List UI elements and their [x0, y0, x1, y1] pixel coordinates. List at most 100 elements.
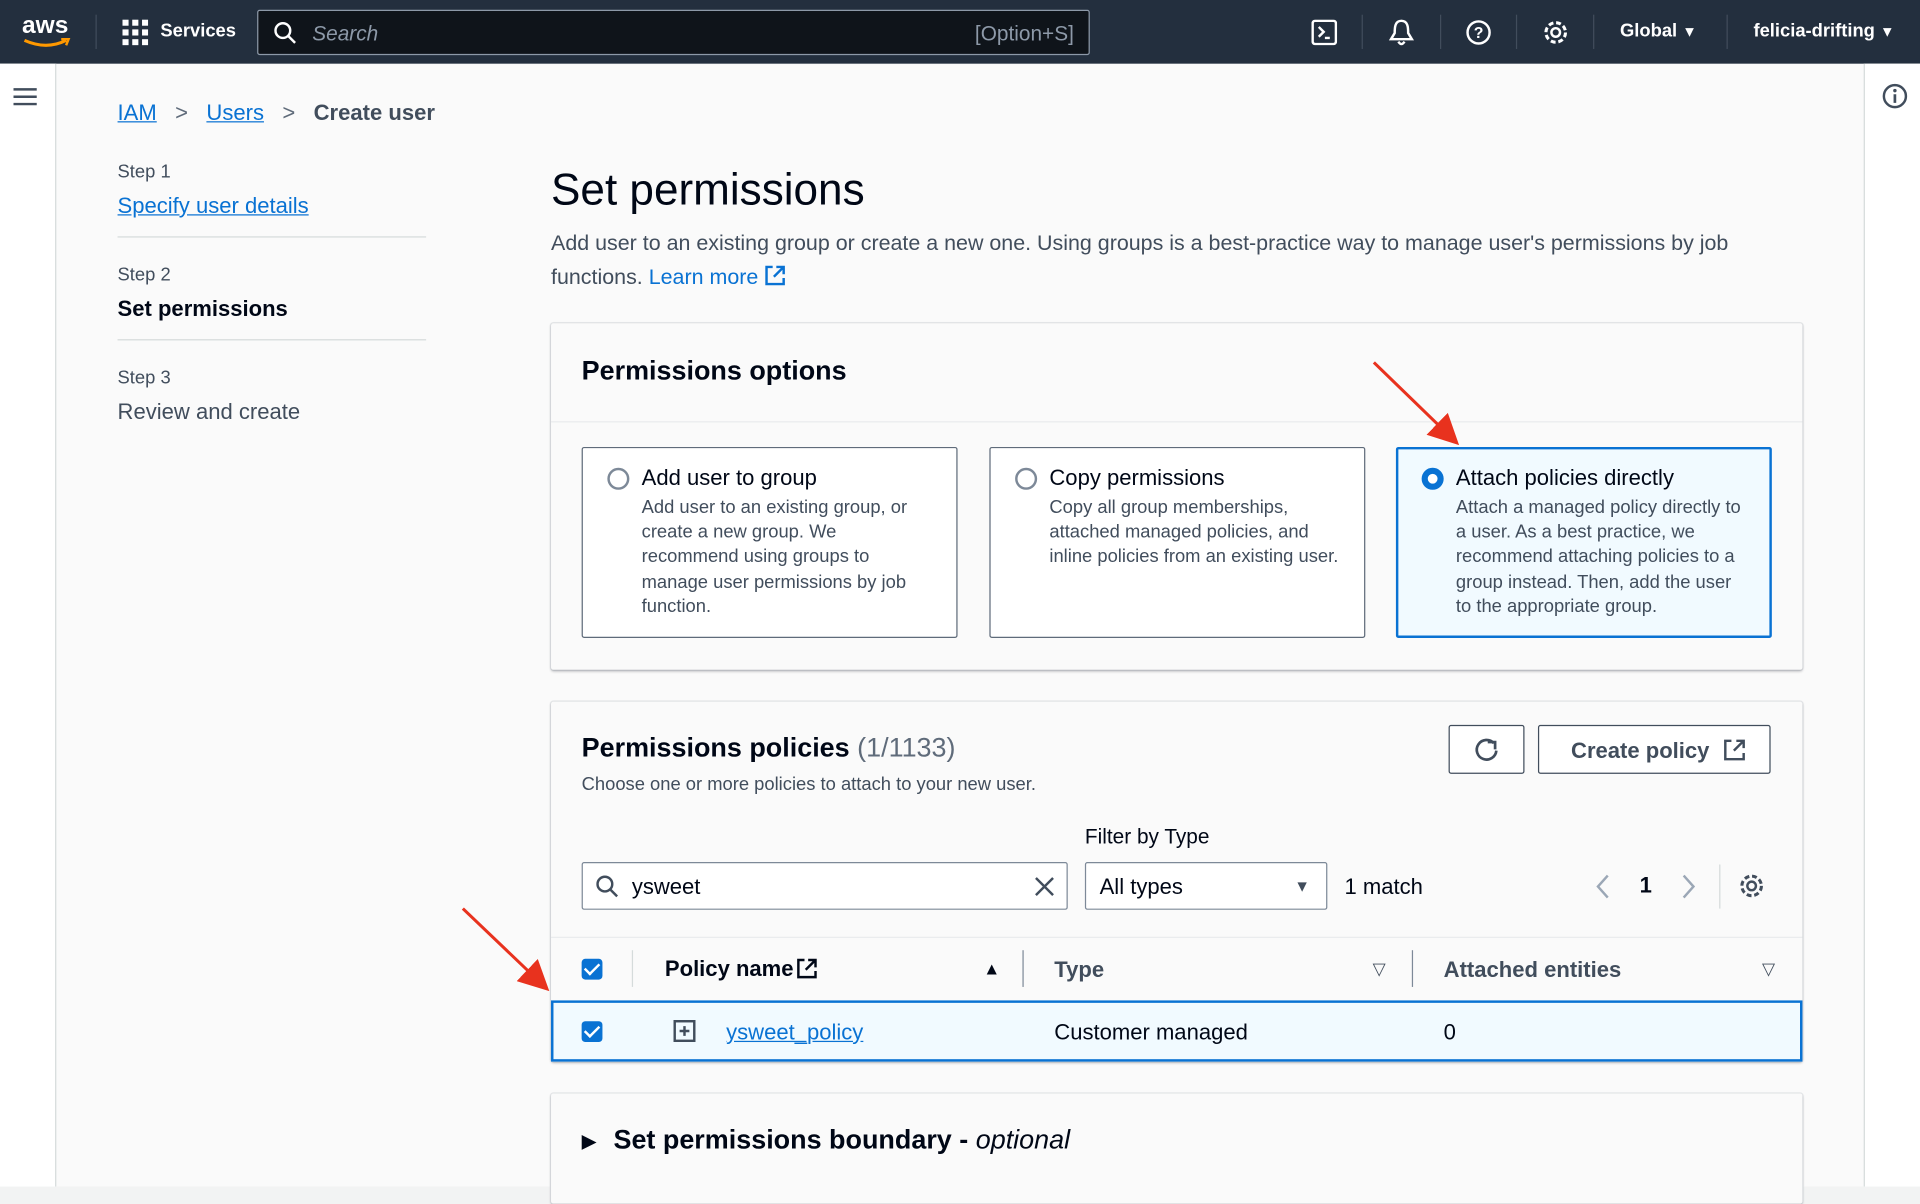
- clear-search-icon[interactable]: [1033, 876, 1055, 898]
- policies-subtitle: Choose one or more policies to attach to…: [581, 773, 1036, 795]
- step-review-and-create: Review and create: [117, 399, 301, 424]
- breadcrumb: IAM > Users > Create user: [118, 100, 435, 126]
- match-count: 1 match: [1344, 874, 1423, 899]
- wizard-steps: Step 1 Specify user details Step 2 Set p…: [117, 161, 427, 425]
- step-3-label: Step 3: [117, 367, 171, 389]
- services-grid-icon[interactable]: [122, 19, 149, 46]
- policy-name-link[interactable]: ysweet_policy: [726, 1020, 863, 1046]
- select-all-checkbox[interactable]: [581, 958, 603, 980]
- option-title: Attach policies directly: [1455, 465, 1674, 490]
- expand-row-icon[interactable]: [673, 1020, 696, 1043]
- hamburger-menu-icon[interactable]: [13, 87, 37, 107]
- breadcrumb-current: Create user: [313, 100, 435, 125]
- column-policy-name[interactable]: Policy name: [665, 956, 794, 982]
- radio-button-selected[interactable]: [1421, 467, 1444, 490]
- sort-icon[interactable]: ▽: [1373, 959, 1386, 980]
- search-icon: [596, 875, 619, 898]
- radio-button[interactable]: [1015, 467, 1038, 490]
- page-description: Add user to an existing group or create …: [551, 225, 1788, 294]
- option-attach-policies-directly[interactable]: Attach policies directly Attach a managed…: [1395, 446, 1772, 638]
- caret-down-icon: ▼: [1880, 23, 1895, 41]
- app: aws Services Search [Option+S] ? Global …: [0, 0, 1920, 1204]
- sort-icon[interactable]: ▽: [1762, 959, 1775, 980]
- step-1-label: Step 1: [117, 161, 171, 183]
- caret-down-icon: ▼: [1682, 23, 1697, 41]
- search-input[interactable]: Search [Option+S]: [257, 9, 1090, 56]
- boundary-title-text: Set permissions boundary -: [613, 1124, 976, 1155]
- create-policy-button[interactable]: Create policy: [1537, 724, 1771, 774]
- policy-search-input[interactable]: ysweet: [581, 862, 1068, 910]
- option-description: Attach a managed policy directly to a us…: [1455, 497, 1741, 617]
- caret-right-icon[interactable]: ▶: [582, 1129, 597, 1153]
- refresh-button[interactable]: [1448, 724, 1525, 774]
- policy-type: Customer managed: [1054, 1020, 1248, 1045]
- option-title: Copy permissions: [1049, 465, 1225, 490]
- caret-down-icon: ▼: [1294, 876, 1311, 896]
- create-policy-label: Create policy: [1571, 738, 1710, 763]
- table-header-row: Policy name ▲ Type ▽ Attached entities ▽: [551, 936, 1803, 1001]
- svg-text:?: ?: [1474, 25, 1484, 42]
- permissions-options-panel: Permissions options Add user to group Add…: [551, 323, 1803, 670]
- region-selector[interactable]: Global ▼: [1620, 21, 1697, 42]
- notifications-bell-icon[interactable]: [1388, 18, 1415, 46]
- next-page-icon[interactable]: [1680, 873, 1697, 900]
- tools-panel-collapsed: [1863, 63, 1920, 1187]
- permissions-options-title: Permissions options: [581, 355, 847, 386]
- page-title: Set permissions: [551, 164, 865, 215]
- current-page[interactable]: 1: [1640, 873, 1652, 899]
- filter-by-type-label: Filter by Type: [1084, 825, 1210, 849]
- chevron-right-icon: >: [175, 100, 189, 125]
- option-description: Copy all group memberships, attached man…: [1049, 497, 1339, 568]
- option-add-user-to-group[interactable]: Add user to group Add user to an existing…: [581, 446, 958, 638]
- radio-button[interactable]: [607, 467, 630, 490]
- account-menu[interactable]: felicia-drifting ▼: [1753, 21, 1894, 42]
- permissions-boundary-title[interactable]: Set permissions boundary - optional: [613, 1124, 1070, 1156]
- external-link-icon: [797, 958, 817, 979]
- column-type[interactable]: Type: [1054, 958, 1104, 984]
- policies-title: Permissions policies: [581, 732, 850, 763]
- previous-page-icon[interactable]: [1594, 873, 1611, 900]
- search-icon: [274, 22, 296, 44]
- region-label: Global: [1620, 20, 1678, 42]
- external-link-icon: [1724, 739, 1745, 761]
- side-nav-collapsed: [0, 63, 57, 1187]
- sort-ascending-icon[interactable]: ▲: [983, 959, 1000, 979]
- table-preferences-gear-icon[interactable]: [1738, 872, 1766, 900]
- breadcrumb-iam[interactable]: IAM: [118, 100, 157, 124]
- learn-more-label: Learn more: [648, 264, 759, 289]
- annotation-arrow: [461, 907, 550, 992]
- option-title: Add user to group: [641, 465, 817, 490]
- step-2-label: Step 2: [117, 264, 171, 286]
- search-shortcut: [Option+S]: [974, 22, 1074, 46]
- type-filter-value: All types: [1099, 874, 1183, 899]
- top-nav: aws Services Search [Option+S] ? Global …: [0, 0, 1920, 64]
- table-row[interactable]: ysweet_policy Customer managed 0: [551, 1000, 1803, 1062]
- step-set-permissions: Set permissions: [117, 296, 288, 321]
- type-filter-select[interactable]: All types ▼: [1084, 862, 1328, 910]
- column-attached-entities[interactable]: Attached entities: [1444, 958, 1622, 984]
- option-description: Add user to an existing group, or create…: [641, 497, 908, 617]
- policies-count: (1/1133): [857, 732, 956, 763]
- permissions-policies-panel: Permissions policies (1/1133) Choose one…: [551, 701, 1803, 1062]
- row-checkbox[interactable]: [581, 1021, 603, 1043]
- services-menu[interactable]: Services: [160, 21, 236, 42]
- aws-logo[interactable]: aws: [22, 12, 68, 40]
- settings-gear-icon[interactable]: [1542, 18, 1570, 46]
- info-icon[interactable]: [1882, 83, 1908, 109]
- permissions-boundary-panel[interactable]: ▶ Set permissions boundary - optional: [551, 1093, 1803, 1204]
- option-copy-permissions[interactable]: Copy permissions Copy all group membershi…: [989, 446, 1366, 638]
- search-placeholder: Search: [312, 22, 379, 46]
- help-icon[interactable]: ?: [1466, 20, 1492, 46]
- optional-label: optional: [975, 1124, 1071, 1155]
- breadcrumb-users[interactable]: Users: [206, 100, 264, 124]
- step-specify-user-details[interactable]: Specify user details: [118, 193, 309, 217]
- cloudshell-icon[interactable]: [1311, 19, 1338, 46]
- aws-smile-icon: [23, 37, 71, 47]
- learn-more-link[interactable]: Learn more: [648, 264, 787, 289]
- policies-header: Permissions policies (1/1133): [582, 732, 956, 764]
- account-label: felicia-drifting: [1753, 20, 1875, 42]
- external-link-icon: [765, 265, 786, 286]
- refresh-icon: [1475, 738, 1498, 761]
- chevron-right-icon: >: [282, 100, 296, 125]
- attached-entities-count: 0: [1443, 1020, 1456, 1045]
